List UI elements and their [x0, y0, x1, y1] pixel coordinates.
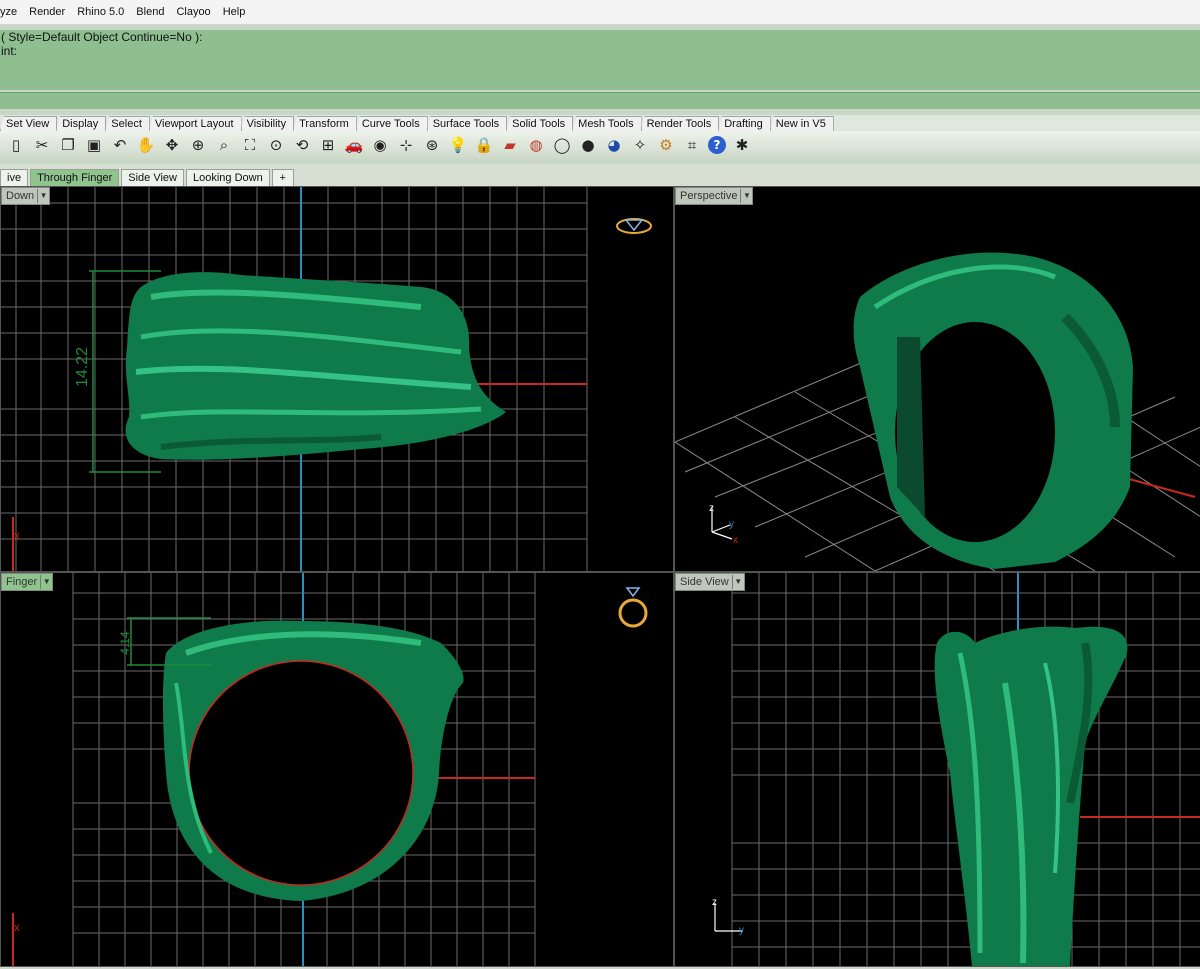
viewport-label[interactable]: Down ▼ [1, 187, 51, 205]
color-wheel-icon[interactable]: ◍ [526, 135, 546, 155]
tools-icon[interactable]: ✱ [732, 135, 752, 155]
chevron-down-icon[interactable]: ▼ [37, 189, 49, 203]
viewport-side-view[interactable]: Side View ▼ z y [674, 572, 1200, 967]
toolbar-tabs: Set View Display Select Viewport Layout … [0, 115, 1200, 131]
axis-x-label: x [14, 530, 20, 542]
viewport-perspective[interactable]: Perspective ▼ z y x [674, 186, 1200, 572]
zoom-selected-icon[interactable]: ⊙ [266, 135, 286, 155]
tab-solid-tools[interactable]: Solid Tools [506, 116, 574, 131]
command-history: ( Style=Default Object Continue=No ): in… [0, 30, 1200, 90]
menu-help[interactable]: Help [217, 6, 252, 18]
ring-perspective [853, 252, 1133, 569]
crop-icon[interactable]: ⌗ [682, 135, 702, 155]
tab-set-view[interactable]: Set View [0, 116, 58, 131]
layer-icon[interactable]: ▰ [500, 135, 520, 155]
render-icon[interactable]: ✧ [630, 135, 650, 155]
axis-z-label: z [709, 503, 714, 514]
menu-bar: yze Render Rhino 5.0 Blend Clayoo Help [0, 0, 1200, 25]
new-icon[interactable]: ▯ [6, 135, 26, 155]
four-viewports-icon[interactable]: ⊞ [318, 135, 338, 155]
wireframe-icon[interactable]: ◯ [552, 135, 572, 155]
tab-viewport-layout[interactable]: Viewport Layout [148, 116, 242, 131]
rotate-view-icon[interactable]: ⟲ [292, 135, 312, 155]
pan-hand-icon[interactable]: ✋ [136, 135, 156, 155]
viewport-tab-side-view[interactable]: Side View [121, 169, 184, 186]
viewport-tab-through-finger[interactable]: Through Finger [30, 169, 120, 186]
viewport-label[interactable]: Side View ▼ [675, 573, 745, 591]
command-input[interactable] [0, 92, 1200, 109]
dimension-label: 14.22 [74, 347, 91, 387]
tab-new-in-v5[interactable]: New in V5 [769, 116, 834, 131]
command-line-2: int: [1, 44, 18, 58]
snap-icon[interactable]: ⊹ [396, 135, 416, 155]
chevron-down-icon[interactable]: ▼ [731, 575, 744, 589]
axis-x-label: x [733, 535, 738, 546]
ring-front-view [162, 620, 464, 901]
tab-drafting[interactable]: Drafting [718, 116, 771, 131]
tab-surface-tools[interactable]: Surface Tools [426, 116, 508, 131]
rendered-icon[interactable]: ◕ [604, 135, 624, 155]
viewport-title: Down [6, 190, 35, 202]
viewport-label[interactable]: Finger ▼ [1, 573, 54, 591]
cut-icon[interactable]: ✂ [32, 135, 52, 155]
axis-y-label: y [739, 925, 744, 936]
tab-render-tools[interactable]: Render Tools [640, 116, 720, 131]
tab-transform[interactable]: Transform [293, 116, 357, 131]
viewport-canvas: z y x [675, 252, 1200, 571]
help-icon[interactable]: ? [708, 136, 726, 154]
ring-thumbnail-icon[interactable] [616, 218, 652, 234]
tab-visibility[interactable]: Visibility [240, 116, 295, 131]
toolbar: ▯ ✂ ❐ ▣ ↶ ✋ ✥ ⊕ ⌕ ⛶ ⊙ ⟲ ⊞ 🚗 ◉ ⊹ ⊛ 💡 🔒 ▰ ◍ ◯ ● ◕ ✧ ⚙ ⌗? ✱ [0, 131, 1200, 159]
viewport-looking-down[interactable]: Down ▼ x 14.22 [0, 186, 674, 572]
move-icon[interactable]: ✥ [162, 135, 182, 155]
viewport-canvas: x 4.14 [12, 573, 648, 966]
command-line-1: ( Style=Default Object Continue=No ): [1, 30, 203, 44]
axis-z-label: z [712, 897, 717, 908]
light-icon[interactable]: 💡 [448, 135, 468, 155]
hide-icon[interactable]: ◉ [370, 135, 390, 155]
shaded-icon[interactable]: ● [578, 135, 598, 155]
chevron-down-icon[interactable]: ▼ [740, 189, 752, 203]
menu-blend[interactable]: Blend [130, 6, 170, 18]
viewport-tab-perspective[interactable]: ive [0, 169, 29, 186]
axis-y-label: y [729, 519, 734, 530]
zoom-in-icon[interactable]: ⊕ [188, 135, 208, 155]
viewport-title: Finger [6, 576, 38, 588]
chevron-down-icon[interactable]: ▼ [40, 575, 52, 589]
menu-render[interactable]: Render [23, 6, 71, 18]
tab-mesh-tools[interactable]: Mesh Tools [572, 116, 642, 131]
viewport-title: Side View [680, 576, 729, 588]
paste-icon[interactable]: ▣ [84, 135, 104, 155]
tab-curve-tools[interactable]: Curve Tools [355, 116, 428, 131]
zoom-extents-icon[interactable]: ⛶ [240, 135, 260, 155]
car-icon[interactable]: 🚗 [344, 135, 364, 155]
menu-analyze[interactable]: yze [0, 6, 23, 18]
zoom-window-icon[interactable]: ⌕ [214, 135, 234, 155]
copy-icon[interactable]: ❐ [58, 135, 78, 155]
tab-select[interactable]: Select [105, 116, 150, 131]
viewport-canvas: x 14.22 [1, 187, 652, 571]
viewport-canvas: z y [712, 573, 1200, 966]
undo-icon[interactable]: ↶ [110, 135, 130, 155]
viewport-label[interactable]: Perspective ▼ [675, 187, 754, 205]
menu-rhino[interactable]: Rhino 5.0 [71, 6, 130, 18]
viewport-tab-looking-down[interactable]: Looking Down [186, 169, 270, 186]
viewport-title: Perspective [680, 190, 738, 202]
ring-top-view [125, 272, 507, 460]
dimension-label: 4.14 [118, 631, 132, 655]
add-viewport-tab[interactable]: + [271, 169, 294, 186]
viewport-tabs: ive Through Finger Side View Looking Dow… [0, 164, 1200, 186]
ring-side-view [934, 626, 1128, 966]
lock-icon[interactable]: 🔒 [474, 135, 494, 155]
viewport-through-finger[interactable]: Finger ▼ x 4.14 [0, 572, 674, 967]
axis-x-label: x [14, 922, 20, 934]
ring-front-thumbnail-icon[interactable] [618, 587, 648, 628]
osnap-icon[interactable]: ⊛ [422, 135, 442, 155]
tab-display[interactable]: Display [56, 116, 107, 131]
settings-icon[interactable]: ⚙ [656, 135, 676, 155]
menu-clayoo[interactable]: Clayoo [170, 6, 216, 18]
